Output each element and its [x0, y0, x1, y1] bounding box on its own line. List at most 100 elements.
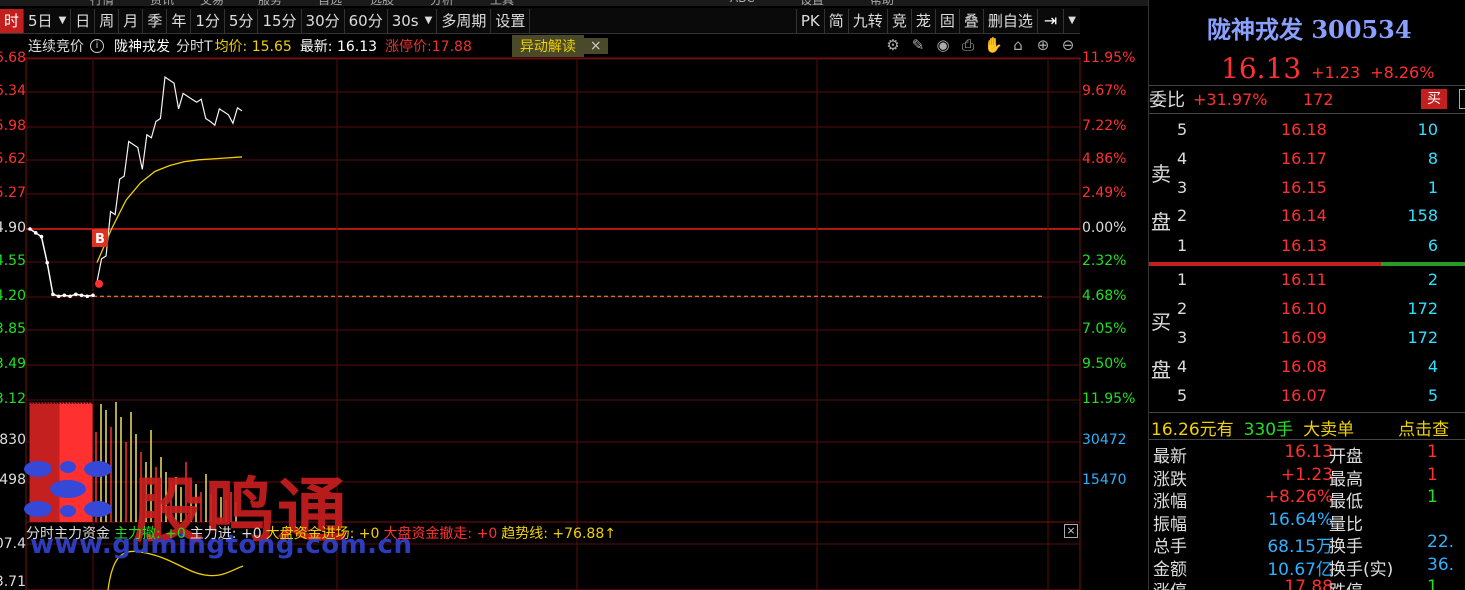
stat-label: 最新: [1153, 447, 1187, 467]
ask-row[interactable]: 3 16.15 1: [1149, 178, 1465, 206]
anomaly-close-icon[interactable]: ×: [583, 38, 608, 54]
orderbook-price: 16.10: [1281, 299, 1327, 318]
ask-row[interactable]: 5 16.18 10: [1149, 120, 1465, 148]
orderbook-price: 16.14: [1281, 206, 1327, 225]
intraday-chart[interactable]: B: [0, 0, 1148, 590]
anomaly-tab[interactable]: 异动解读: [511, 35, 584, 57]
stat-value: 1: [1427, 464, 1438, 485]
orderbook-price: 16.18: [1281, 120, 1327, 139]
big-order-volume: 330手: [1243, 420, 1294, 440]
orderbook-volume: 172: [1407, 328, 1438, 347]
price-axis-label: 3.12: [0, 391, 26, 407]
ask-row[interactable]: 2 16.14 158: [1149, 206, 1465, 234]
orderbook-price: 16.17: [1281, 149, 1327, 168]
auction-price-point: [28, 227, 32, 231]
buy-marker-label: B: [95, 232, 105, 247]
ask-row[interactable]: 1 16.13 6: [1149, 236, 1465, 264]
chart-frame: [25, 57, 1081, 590]
lock-icon[interactable]: ⌂: [1009, 36, 1027, 54]
call-auction-label: 连续竞价: [28, 39, 84, 55]
pen-icon[interactable]: ✎: [909, 36, 927, 54]
stat-label: 涨停: [1153, 577, 1187, 590]
stat-value: 10.67亿: [1267, 559, 1333, 580]
zoom-in-icon[interactable]: ⊕: [1034, 36, 1052, 54]
stat-value: +8.26%: [1264, 487, 1333, 507]
zoom-out-icon[interactable]: ⊖: [1059, 36, 1077, 54]
current-price: 16.13: [1221, 52, 1302, 85]
divider: [1149, 85, 1465, 86]
stat-value: 36.: [1427, 554, 1455, 575]
stock-name-label: 陇神戎发: [114, 39, 170, 55]
price-axis-label: 5.27: [0, 185, 26, 201]
orderbook-level: 4: [1177, 357, 1188, 376]
quote-panel: 陇神戎发 300534 16.13 +1.23 +8.26% 委比 +31.97…: [1148, 0, 1465, 590]
indicator-title[interactable]: 分时主力资金: [26, 523, 110, 543]
bid-row[interactable]: 5 16.07 5: [1149, 386, 1465, 414]
print-icon[interactable]: ⎙: [959, 36, 977, 54]
bid-row[interactable]: 4 16.08 4: [1149, 357, 1465, 385]
big-order-link[interactable]: 点击查: [1398, 415, 1449, 440]
chart-mode-label[interactable]: 分时T: [176, 36, 213, 56]
price-axis-label: 4.55: [0, 253, 26, 269]
bid-row[interactable]: 2 16.10 172: [1149, 299, 1465, 327]
stat-label: 最高: [1329, 469, 1363, 490]
buy-side-label: 买盘: [1151, 310, 1171, 382]
indicator-close-icon[interactable]: ×: [1064, 524, 1078, 538]
price-line: [96, 76, 243, 282]
stat-value: +1.23: [1280, 464, 1333, 485]
indicator-main-in: 主力进: +0: [189, 526, 262, 542]
indicator-market-in: 大盘资金进场: +0: [265, 526, 380, 542]
bid-row[interactable]: 1 16.11 2: [1149, 270, 1465, 298]
eye-icon[interactable]: ◉: [934, 36, 952, 54]
buy-button[interactable]: 买: [1421, 89, 1447, 109]
stat-value: 1: [1427, 577, 1438, 590]
orderbook-volume: 6: [1427, 236, 1438, 255]
orderbook-level: 5: [1177, 386, 1188, 405]
big-order-row[interactable]: 16.26元有 330手 大卖单 点击查: [1151, 415, 1465, 440]
auction-price-point: [39, 234, 44, 239]
divider: [1149, 113, 1465, 114]
indicator-bar: 分时主力资金 主力撤: +0 主力进: +0 大盘资金进场: +0 大盘资金撤走…: [26, 523, 1080, 543]
indicator-main-out: 主力撤: +0: [114, 526, 186, 542]
stat-row: 振幅 16.64% 量比: [1153, 510, 1465, 535]
latest-price-label: 最新: 16.13: [299, 39, 378, 55]
pct-axis-label: 2.32%: [1082, 253, 1127, 269]
stat-label: 振幅: [1153, 514, 1187, 535]
stat-value: 1: [1427, 442, 1438, 462]
price-axis-label: 3.85: [0, 321, 26, 337]
hand-icon[interactable]: ✋: [984, 36, 1003, 54]
orderbook-level: 1: [1177, 270, 1188, 289]
stat-label: 跌停: [1329, 577, 1363, 590]
indicator-trend: 趋势线: +76.88↑: [501, 526, 616, 542]
price-axis-label: 4.90: [0, 220, 26, 236]
stat-label: 开盘: [1329, 447, 1363, 467]
stat-label: 涨幅: [1153, 492, 1187, 512]
ask-row[interactable]: 4 16.17 8: [1149, 149, 1465, 177]
auction-price-point: [45, 260, 49, 265]
stat-value: 17.88: [1284, 577, 1333, 590]
auction-price-point: [79, 293, 84, 298]
divider: [1149, 412, 1465, 413]
orderbook-volume: 5: [1427, 386, 1438, 405]
pct-axis-label: 11.95%: [1082, 391, 1136, 407]
pct-axis-label: 9.50%: [1082, 356, 1127, 372]
orderbook-level: 4: [1177, 149, 1188, 168]
panel-toggle-button[interactable]: [1459, 89, 1465, 109]
bid-row[interactable]: 3 16.09 172: [1149, 328, 1465, 356]
orderbook-price: 16.15: [1281, 178, 1327, 197]
weibi-label: 委比: [1149, 90, 1185, 111]
orderbook-volume: 4: [1427, 357, 1438, 376]
orderbook-price: 16.09: [1281, 328, 1327, 347]
stat-row: 金额 10.67亿 换手(实) 36.: [1153, 554, 1465, 580]
stat-label: 量比: [1329, 514, 1363, 535]
orderbook-price: 16.11: [1281, 270, 1327, 289]
price-row: 16.13 +1.23 +8.26%: [1221, 52, 1434, 85]
buy-marker-point: [95, 279, 103, 288]
info-icon[interactable]: i: [90, 39, 104, 53]
orderbook-price: 16.08: [1281, 357, 1327, 376]
settings-icon[interactable]: ⚙: [884, 36, 902, 54]
price-axis-label: 6.68: [0, 50, 26, 66]
volume-axis-label: 30472: [1082, 432, 1127, 448]
auction-price-point: [33, 231, 38, 235]
stat-label: 涨跌: [1153, 469, 1187, 490]
